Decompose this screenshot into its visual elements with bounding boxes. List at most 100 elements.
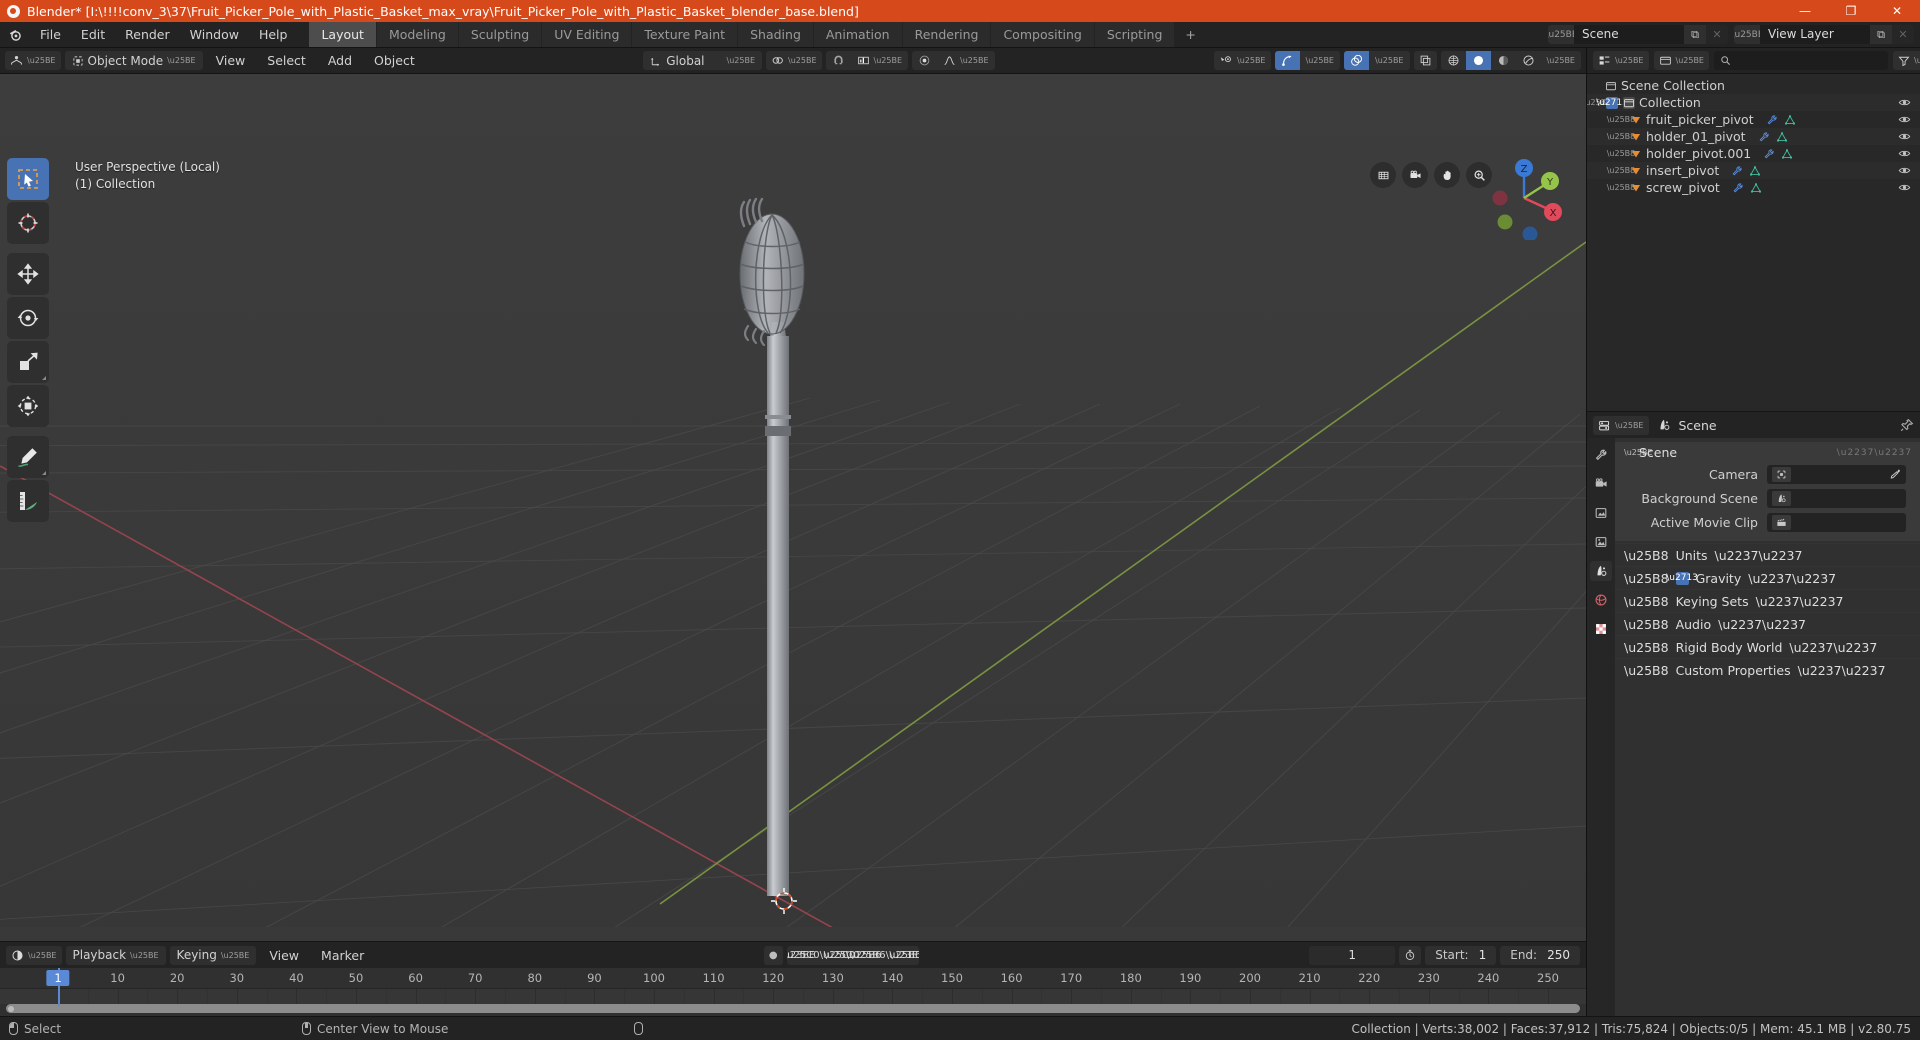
remove-view-layer-button[interactable]: ✕ [1892,25,1914,44]
auto-keyframe-toggle[interactable] [1399,945,1422,965]
overlays-options-dropdown[interactable]: \u25BE [1369,51,1410,70]
table-row[interactable]: \u25B8 holder_pivot.001 [1587,145,1920,162]
gizmo-toggle[interactable] [1274,51,1300,70]
scene-name-field[interactable]: Scene [1574,25,1684,44]
navigation-gizmo[interactable]: Z Y X [1480,152,1568,240]
tool-scale[interactable] [7,341,49,383]
mesh-data-icon[interactable] [1784,114,1796,126]
expand-icon[interactable]: \u25B8 [1607,166,1636,175]
xray-toggle[interactable] [1413,51,1437,70]
shading-rendered-button[interactable] [1516,51,1541,70]
chevron-right-icon[interactable]: \u25B8 [1624,663,1669,678]
collection-checkbox[interactable]: \u2713 [1596,96,1628,109]
view-layer-name-field[interactable]: View Layer [1760,25,1870,44]
menu-help[interactable]: Help [249,22,298,47]
gizmo-options-dropdown[interactable]: \u25BE [1300,51,1341,70]
proportional-editing-toggle[interactable] [912,51,937,70]
eyedropper-icon[interactable] [1889,468,1901,480]
outliner-collection-row[interactable]: \u25BE \u2713 Collection [1587,94,1920,111]
outliner-search-box[interactable] [1714,51,1888,70]
pin-icon[interactable] [1900,418,1914,432]
tab-shading[interactable]: Shading [738,22,813,47]
pan-hand-icon[interactable] [1434,162,1460,188]
table-row[interactable]: \u25B8 holder_01_pivot [1587,128,1920,145]
chevron-down-icon[interactable]: \u25BE [1624,448,1653,457]
expand-icon[interactable]: \u25B8 [1607,149,1636,158]
tab-scene[interactable] [1590,561,1612,581]
panel-drag-handle[interactable]: \u2237\u2237 [1789,640,1877,655]
view-layer-selector[interactable]: \u25BE View Layer ⧉ ✕ [1734,25,1914,44]
chevron-right-icon[interactable]: \u25B8 [1624,548,1669,563]
panel-drag-handle[interactable]: \u2237\u2237 [1748,571,1836,586]
menu-render[interactable]: Render [115,22,180,47]
add-workspace-button[interactable]: + [1175,22,1205,47]
panel-drag-handle[interactable]: \u2237\u2237 [1756,594,1844,609]
tool-cursor[interactable] [7,202,49,244]
snap-magnet-toggle[interactable] [826,51,851,70]
proportional-editing-group[interactable]: \u25BE [912,51,995,70]
outliner-scene-collection-row[interactable]: \u25BE Scene Collection [1587,77,1920,94]
chevron-right-icon[interactable]: \u25B8 [1624,594,1669,609]
chevron-right-icon[interactable]: \u25B8 [1624,640,1669,655]
overlays-toggle[interactable] [1344,51,1369,70]
overlays-group[interactable]: \u25BE [1344,51,1410,70]
scene-selector[interactable]: \u25BE Scene ⧉ ✕ [1548,25,1728,44]
viewport-menu-select[interactable]: Select [258,51,315,70]
modifier-icon[interactable] [1758,131,1770,143]
expand-icon[interactable]: \u25B8 [1607,183,1636,192]
keying-sets-section[interactable]: \u25B8 Keying Sets \u2237\u2237 [1615,589,1920,612]
panel-drag-handle[interactable]: \u2237\u2237 [1837,448,1912,458]
tab-rendering[interactable]: Rendering [902,22,991,47]
snapping-group[interactable]: \u25BE [825,51,909,70]
outliner-display-mode-selector[interactable]: \u25BE [1653,51,1709,70]
tab-output[interactable] [1590,503,1612,523]
timeline-scrollbar[interactable] [6,1004,1580,1013]
background-scene-field[interactable] [1767,488,1906,508]
audio-section[interactable]: \u25B8 Audio \u2237\u2237 [1615,612,1920,635]
panel-drag-handle[interactable]: \u2237\u2237 [1798,663,1886,678]
units-section[interactable]: \u25B8 Units \u2237\u2237 [1615,543,1920,566]
view-layer-icon[interactable]: \u25BE [1734,25,1764,44]
viewport-menu-add[interactable]: Add [319,51,361,70]
outliner-search-input[interactable] [1736,53,1882,68]
mode-selector[interactable]: Object Mode \u25BE [64,51,203,70]
tab-world[interactable] [1590,590,1612,610]
tool-annotate[interactable] [7,436,49,478]
outliner-filter-button[interactable]: \u25BE [1893,51,1920,70]
toggle-orthographic-icon[interactable] [1370,162,1396,188]
chevron-right-icon[interactable]: \u25B8 [1624,571,1669,586]
custom-properties-section[interactable]: \u25B8 Custom Properties \u2237\u2237 [1615,658,1920,681]
modifier-icon[interactable] [1732,182,1744,194]
current-frame-field[interactable]: 1 [1309,945,1396,965]
tab-scripting[interactable]: Scripting [1094,22,1175,47]
eye-icon[interactable] [1898,130,1911,143]
timeline-track[interactable] [0,989,1586,1004]
viewport-menu-view[interactable]: View [207,51,255,70]
maximize-button[interactable]: ❐ [1828,0,1874,22]
timeline-menu-keying[interactable]: Keying \u25BE [169,945,257,965]
rigid-body-world-section[interactable]: \u25B8 Rigid Body World \u2237\u2237 [1615,635,1920,658]
editor-type-selector[interactable]: \u25BE [5,51,61,70]
mesh-data-icon[interactable] [1749,165,1761,177]
new-scene-button[interactable]: ⧉ [1684,25,1706,44]
expand-icon[interactable]: \u25B8 [1607,132,1636,141]
shading-solid-button[interactable] [1465,51,1491,70]
pivot-point-button[interactable]: \u25BE [766,51,822,70]
expand-icon[interactable]: \u25B8 [1607,115,1636,124]
new-view-layer-button[interactable]: ⧉ [1870,25,1892,44]
menu-window[interactable]: Window [180,22,249,47]
close-button[interactable]: ✕ [1874,0,1920,22]
shading-options-dropdown[interactable]: \u25BE [1541,51,1582,70]
outliner-tree[interactable]: \u25BE Scene Collection \u25BE \u2713 Co… [1587,74,1920,411]
timeline-menu-marker[interactable]: Marker [312,946,373,965]
transform-orientation-selector[interactable]: Global \u25BE [643,51,763,70]
chevron-right-icon[interactable]: \u25B8 [1624,617,1669,632]
eye-icon[interactable] [1898,181,1911,194]
playback-controls[interactable]: \u23EE \u25C0\u25C0 \u25C0 \u25B6 \u25B6… [786,945,919,965]
gravity-section[interactable]: \u25B8 \u2713 Gravity \u2237\u2237 [1615,566,1920,589]
tab-tool[interactable] [1590,445,1612,465]
tab-render[interactable] [1590,474,1612,494]
panel-drag-handle[interactable]: \u2237\u2237 [1718,617,1806,632]
modifier-icon[interactable] [1731,165,1743,177]
unlink-scene-button[interactable]: ✕ [1706,25,1728,44]
